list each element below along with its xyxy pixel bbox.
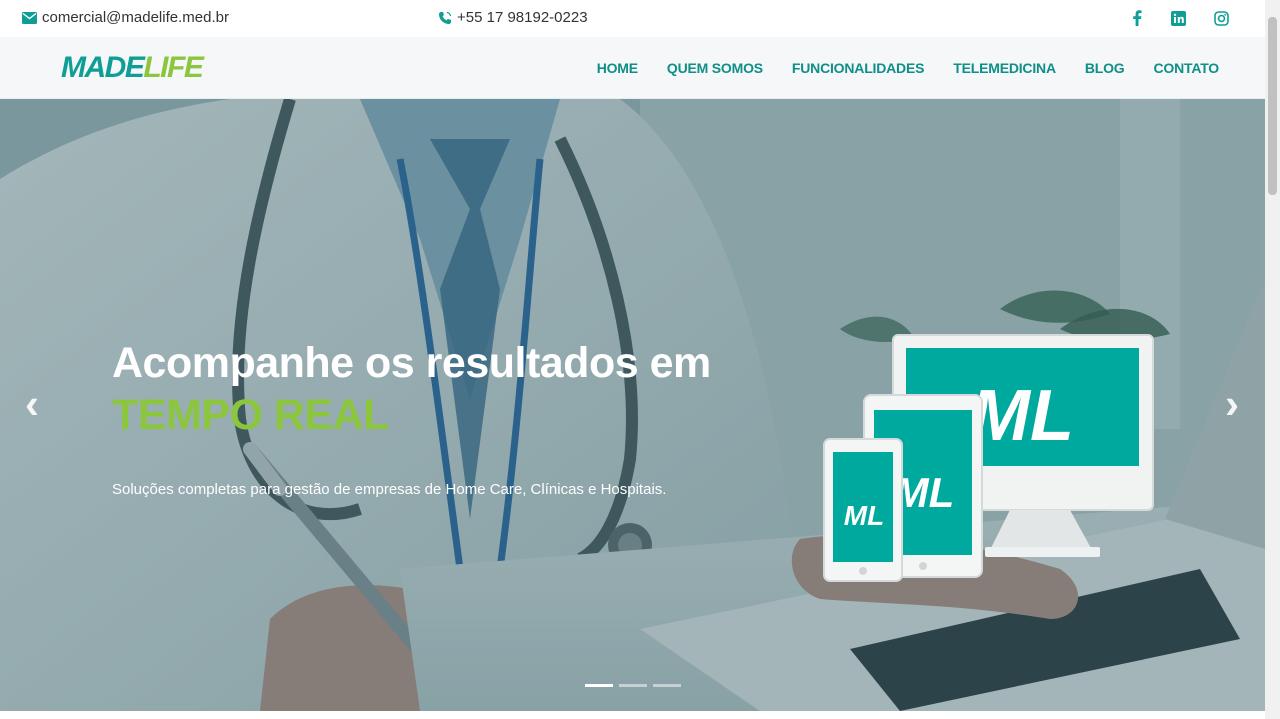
linkedin-icon[interactable] <box>1169 9 1187 27</box>
phone-contact[interactable]: +55 17 98192-0223 <box>438 9 588 26</box>
logo-life: LIFE <box>143 51 204 84</box>
phone-ml-text: ML <box>844 500 884 531</box>
carousel-next-icon[interactable]: › <box>1217 382 1247 426</box>
main-navbar: MADELIFE HOME QUEM SOMOS FUNCIONALIDADES… <box>0 37 1265 99</box>
carousel-indicator-1[interactable] <box>585 684 613 687</box>
hero-title-text: Acompanhe os resultados em <box>112 339 711 387</box>
envelope-icon <box>22 11 37 24</box>
nav-menu: HOME QUEM SOMOS FUNCIONALIDADES TELEMEDI… <box>597 37 1220 99</box>
devices-illustration: ML ML ML <box>823 334 1154 582</box>
page-scrollbar[interactable] <box>1265 0 1280 719</box>
phone-text: +55 17 98192-0223 <box>457 9 588 26</box>
phone-icon <box>438 11 452 25</box>
email-contact[interactable]: comercial@madelife.med.br <box>22 9 229 26</box>
monitor-ml-text: ML <box>970 376 1074 456</box>
carousel-indicators <box>585 684 681 687</box>
nav-funcionalidades[interactable]: FUNCIONALIDADES <box>792 60 925 76</box>
carousel-prev-icon[interactable]: ‹ <box>17 382 47 426</box>
hero-subtitle: Soluções completas para gestão de empres… <box>112 481 667 498</box>
hero-title-accent: TEMPO REAL <box>112 391 389 439</box>
carousel-indicator-2[interactable] <box>619 684 647 687</box>
page-bottom-strip <box>0 711 1265 719</box>
brand-logo[interactable]: MADELIFE <box>61 51 204 84</box>
email-text: comercial@madelife.med.br <box>42 9 229 26</box>
facebook-icon[interactable] <box>1128 9 1146 27</box>
hero-carousel: Acompanhe os resultados em TEMPO REAL So… <box>0 99 1265 711</box>
top-info-bar: comercial@madelife.med.br +55 17 98192-0… <box>0 0 1265 37</box>
nav-telemedicina[interactable]: TELEMEDICINA <box>953 60 1056 76</box>
hero-title: Acompanhe os resultados em TEMPO REAL <box>112 337 711 441</box>
scrollbar-thumb[interactable] <box>1268 17 1277 195</box>
nav-home[interactable]: HOME <box>597 60 638 76</box>
logo-made: MADE <box>61 51 145 84</box>
instagram-icon[interactable] <box>1212 9 1230 27</box>
nav-blog[interactable]: BLOG <box>1085 60 1125 76</box>
carousel-indicator-3[interactable] <box>653 684 681 687</box>
social-links <box>1128 8 1230 28</box>
nav-contato[interactable]: CONTATO <box>1154 60 1220 76</box>
nav-quem-somos[interactable]: QUEM SOMOS <box>667 60 763 76</box>
